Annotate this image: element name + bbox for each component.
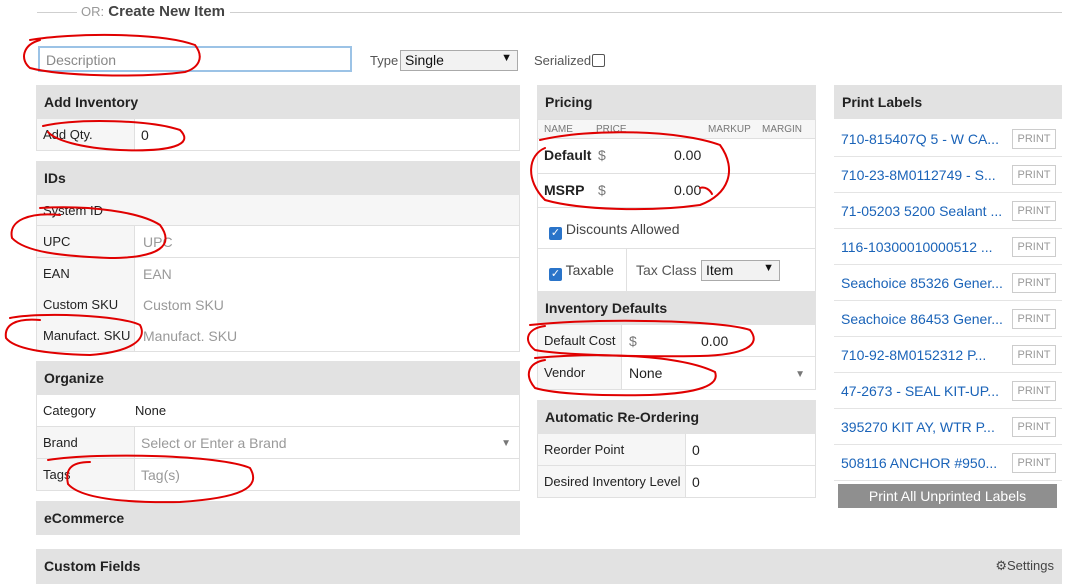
add-inventory-header: Add Inventory (36, 85, 520, 119)
add-qty-input[interactable]: 0 (141, 127, 149, 143)
default-price-input[interactable]: 0.00 (674, 147, 701, 163)
print-label-item-link[interactable]: 71-05203 5200 Sealant ... (841, 203, 1003, 219)
print-label-row: 710-92-8M0152312 P... PRINT (834, 337, 1062, 373)
print-label-row: Seachoice 86453 Gener... PRINT (834, 301, 1062, 337)
organize-header: Organize (36, 361, 520, 395)
gear-icon: ⚙ (995, 558, 1008, 573)
custom-sku-input[interactable]: Custom SKU (143, 297, 224, 313)
print-label-item-link[interactable]: Seachoice 85326 Gener... (841, 275, 1003, 291)
serialized-checkbox[interactable] (592, 54, 605, 67)
print-labels-header: Print Labels (834, 85, 1062, 119)
print-label-row: 395270 KIT AY, WTR P... PRINT (834, 409, 1062, 445)
print-label-item-link[interactable]: 508116 ANCHOR #950... (841, 455, 1003, 471)
inventory-defaults-header: Inventory Defaults (537, 291, 816, 325)
header-rule (230, 12, 1062, 13)
print-label-row: 116-10300010000512 ... PRINT (834, 229, 1062, 265)
brand-select[interactable]: Select or Enter a Brand (141, 435, 287, 451)
msrp-row: MSRP $ 0.00 (537, 174, 816, 208)
print-all-button[interactable]: Print All Unprinted Labels (838, 484, 1057, 508)
print-button[interactable]: PRINT (1012, 201, 1056, 221)
page-title: OR: Create New Item (77, 3, 230, 20)
print-button[interactable]: PRINT (1012, 381, 1056, 401)
print-button[interactable]: PRINT (1012, 129, 1056, 149)
settings-link[interactable]: ⚙Settings (995, 558, 1054, 574)
category-link[interactable]: None (135, 403, 166, 418)
manufact-sku-input[interactable]: Manufact. SKU (143, 328, 237, 344)
vendor-select[interactable]: None (629, 365, 662, 381)
discounts-checkbox[interactable]: ✓ (549, 227, 562, 240)
ean-row: EAN EAN (36, 258, 520, 290)
chevron-down-icon: ▼ (501, 438, 511, 449)
brand-row: Brand Select or Enter a Brand ▼ (36, 427, 520, 459)
add-qty-row: Add Qty. 0 (36, 119, 520, 151)
desired-level-input[interactable]: 0 (692, 474, 700, 490)
serialized-label: Serialized (534, 53, 592, 68)
chevron-down-icon: ▼ (763, 262, 774, 274)
ecommerce-header[interactable]: eCommerce (36, 501, 520, 535)
tags-input[interactable]: Tag(s) (141, 467, 180, 483)
print-button[interactable]: PRINT (1012, 453, 1056, 473)
system-id-row: System ID (36, 195, 520, 226)
header-rule (37, 12, 77, 13)
default-cost-row: Default Cost $ 0.00 (537, 325, 816, 357)
print-label-row: 71-05203 5200 Sealant ... PRINT (834, 193, 1062, 229)
pricing-header: Pricing (537, 85, 816, 119)
ids-header: IDs (36, 161, 520, 195)
manufact-sku-row: Manufact. SKU Manufact. SKU (36, 320, 520, 352)
description-input[interactable]: Description (38, 46, 352, 72)
chevron-down-icon: ▼ (795, 369, 805, 380)
default-cost-input[interactable]: 0.00 (701, 333, 728, 349)
tax-class-select[interactable]: Item ▼ (701, 260, 780, 281)
msrp-input[interactable]: 0.00 (674, 182, 701, 198)
upc-row: UPC UPC (36, 226, 520, 258)
print-button[interactable]: PRINT (1012, 417, 1056, 437)
print-label-item-link[interactable]: 47-2673 - SEAL KIT-UP... (841, 383, 1003, 399)
tags-row: Tags Tag(s) (36, 459, 520, 491)
print-label-item-link[interactable]: Seachoice 86453 Gener... (841, 311, 1003, 327)
type-label: Type (370, 53, 399, 68)
print-label-item-link[interactable]: 116-10300010000512 ... (841, 239, 1003, 255)
reorder-point-row: Reorder Point 0 (537, 434, 816, 466)
custom-fields-header: Custom Fields (36, 549, 1062, 584)
ean-input[interactable]: EAN (143, 266, 172, 282)
print-label-row: Seachoice 85326 Gener... PRINT (834, 265, 1062, 301)
vendor-row: Vendor None ▼ (537, 357, 816, 390)
print-label-row: 710-815407Q 5 - W CA... PRINT (834, 121, 1062, 157)
discounts-row: ✓ Discounts Allowed (537, 208, 816, 249)
print-label-item-link[interactable]: 710-815407Q 5 - W CA... (841, 131, 1003, 147)
custom-sku-row: Custom SKU Custom SKU (36, 289, 520, 321)
reorder-point-input[interactable]: 0 (692, 442, 700, 458)
print-label-row: 710-23-8M0112749 - S... PRINT (834, 157, 1062, 193)
tax-row: ✓ Taxable Tax Class Item ▼ (537, 249, 816, 292)
chevron-down-icon: ▼ (501, 52, 512, 64)
print-button[interactable]: PRINT (1012, 165, 1056, 185)
print-button[interactable]: PRINT (1012, 309, 1056, 329)
pricing-column-header: NAME PRICE MARKUP MARGIN (537, 119, 816, 139)
taxable-checkbox[interactable]: ✓ (549, 268, 562, 281)
print-button[interactable]: PRINT (1012, 345, 1056, 365)
default-price-row: Default $ 0.00 (537, 139, 816, 174)
desired-level-row: Desired Inventory Level 0 (537, 466, 816, 498)
reordering-header: Automatic Re-Ordering (537, 400, 816, 434)
print-button[interactable]: PRINT (1012, 237, 1056, 257)
type-select[interactable]: Single ▼ (400, 50, 518, 71)
upc-input[interactable]: UPC (143, 234, 173, 250)
print-label-row: 47-2673 - SEAL KIT-UP... PRINT (834, 373, 1062, 409)
print-button[interactable]: PRINT (1012, 273, 1056, 293)
category-row: Category None (36, 395, 520, 427)
print-label-item-link[interactable]: 710-23-8M0112749 - S... (841, 167, 1003, 183)
print-label-item-link[interactable]: 710-92-8M0152312 P... (841, 347, 1003, 363)
print-label-item-link[interactable]: 395270 KIT AY, WTR P... (841, 419, 1003, 435)
print-label-row: 508116 ANCHOR #950... PRINT (834, 445, 1062, 481)
